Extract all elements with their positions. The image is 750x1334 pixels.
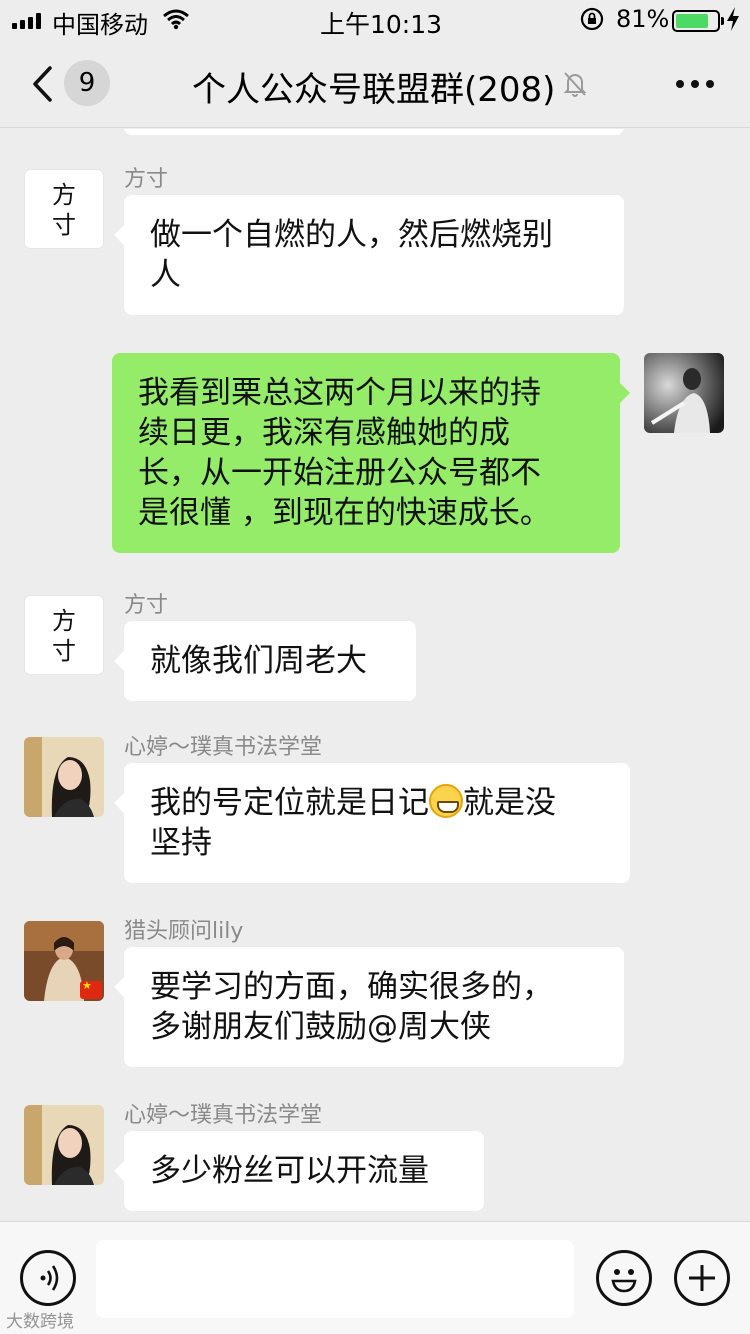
message-text-fragment: 我的号定位就是日记 (150, 785, 429, 821)
message-text-fragment: 就是没 (463, 785, 556, 821)
message-text-line: 做一个自燃的人，然后燃烧别 (150, 217, 553, 253)
plus-icon (689, 1265, 715, 1291)
charging-icon (726, 6, 740, 38)
message-text-line: 就像我们周老大 (150, 643, 367, 679)
sender-name: 猎头顾问lily (124, 919, 244, 944)
message-text-line: 坚持 (150, 825, 212, 861)
china-flag-icon (80, 979, 102, 999)
message-text-line: 多少粉丝可以开流量 (150, 1153, 429, 1189)
more-dots-icon[interactable] (676, 80, 714, 88)
input-bar (0, 1221, 750, 1334)
avatar-line: 方 寸 (52, 181, 76, 239)
clipped-message-bubble (124, 129, 624, 135)
message-list[interactable]: 方 寸 方寸 做一个自燃的人，然后燃烧别 人 我看到栗总这两个月以来的持 续日更… (0, 129, 750, 1221)
bell-slash-icon (562, 70, 588, 102)
nav-bar: 9 个人公众号联盟群(208) (0, 40, 750, 128)
message-bubble[interactable]: 做一个自燃的人，然后燃烧别 人 (114, 195, 624, 315)
message-input[interactable] (96, 1240, 574, 1318)
smiley-icon (611, 1269, 637, 1293)
status-bar: 中国移动 上午10:13 81% (0, 0, 750, 40)
emoji-button[interactable] (596, 1250, 652, 1306)
sender-name: 方寸 (124, 593, 169, 618)
wifi-icon (162, 8, 190, 36)
unread-count-badge[interactable]: 9 (64, 60, 110, 106)
orientation-lock-icon (580, 7, 604, 37)
message-text-line: 要学习的方面，确实很多的， (150, 969, 553, 1005)
signal-icon (12, 13, 41, 29)
message-bubble[interactable]: 我看到栗总这两个月以来的持 续日更，我深有感触她的成 长，从一开始注册公众号都不… (112, 353, 630, 553)
avatar[interactable] (24, 737, 104, 817)
message-text-line: 长，从一开始注册公众号都不 (138, 455, 541, 491)
battery-level-fill (676, 14, 708, 28)
message-text-line: 是很懂 ，到现在的快速成长。 (138, 495, 551, 531)
voice-icon (40, 1265, 59, 1291)
message-text-line: 多谢朋友们鼓励@周大侠 (150, 1009, 491, 1045)
message-text-line: 我的号定位就是日记 就是没 (150, 783, 606, 823)
avatar[interactable] (24, 1105, 104, 1185)
avatar[interactable]: 方 寸 (24, 169, 104, 249)
back-button[interactable] (30, 64, 54, 108)
message-text-line: 人 (150, 257, 181, 293)
message-bubble[interactable]: 就像我们周老大 (114, 621, 416, 701)
watermark-text: 大数跨境 (6, 1312, 74, 1332)
more-functions-button[interactable] (674, 1250, 730, 1306)
message-text-line: 续日更，我深有感触她的成 (138, 415, 510, 451)
battery-percent: 81% (616, 5, 670, 33)
message-bubble[interactable]: 我的号定位就是日记 就是没 坚持 (114, 763, 630, 883)
sender-name: 心婷～璞真书法学堂 (124, 735, 323, 760)
avatar[interactable] (24, 921, 104, 1001)
chat-title: 个人公众号联盟群(208) (192, 70, 556, 110)
profile-photo (24, 1105, 104, 1185)
profile-photo (644, 353, 724, 433)
clock-time: 上午10:13 (320, 10, 443, 39)
message-bubble[interactable]: 要学习的方面，确实很多的， 多谢朋友们鼓励@周大侠 (114, 947, 624, 1067)
sender-name: 方寸 (124, 167, 169, 192)
avatar[interactable] (644, 353, 724, 433)
voice-button[interactable] (20, 1250, 76, 1306)
battery-icon (672, 10, 724, 32)
message-text-line: 我看到栗总这两个月以来的持 (138, 375, 541, 411)
message-bubble[interactable]: 多少粉丝可以开流量 (114, 1131, 484, 1211)
chat-screen: 中国移动 上午10:13 81% 9 个人公众号联盟群(208) 方 寸 方寸 … (0, 0, 750, 1334)
profile-photo (24, 737, 104, 817)
sender-name: 心婷～璞真书法学堂 (124, 1103, 323, 1128)
avatar[interactable]: 方 寸 (24, 595, 104, 675)
carrier-name: 中国移动 (52, 11, 148, 39)
avatar-line: 方 寸 (52, 607, 76, 665)
grin-emoji-icon (429, 784, 463, 818)
